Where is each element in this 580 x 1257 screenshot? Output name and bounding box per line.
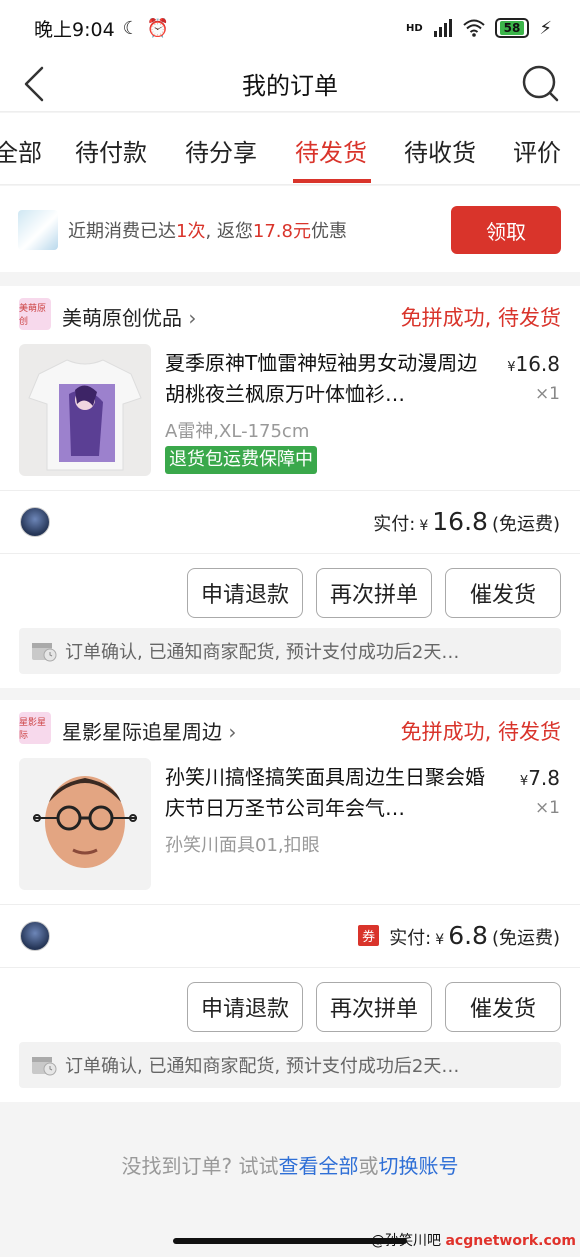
product-image[interactable] — [19, 758, 151, 890]
coupon-tag: 券 — [358, 925, 380, 946]
order-card: 星影星际 星影星际追星周边 › 免拼成功, 待发货 孙笑川搞怪搞笑面具周边生日聚… — [0, 700, 580, 1102]
shop-name: 美萌原创优品 › — [62, 302, 196, 331]
order-card: 美萌原创 美萌原创优品 › 免拼成功, 待发货 夏季原神T恤雷神短袖男女动漫周边… — [0, 286, 580, 688]
chevron-right-icon: › — [188, 306, 197, 330]
paid-label: 实付: — [373, 514, 416, 535]
view-all-link[interactable]: 查看全部 — [278, 1154, 358, 1178]
tab-pending-receipt[interactable]: 待收货 — [404, 133, 476, 168]
payment-row: 券 实付: ¥ 6.8 (免运费) — [0, 904, 580, 968]
notice-text: 订单确认, 已通知商家配货, 预计支付成功后2天… — [65, 642, 460, 663]
status-bar: 晚上9:04 ☾ ⏰ HD 58 ⚡ — [0, 0, 580, 56]
shop-row[interactable]: 美萌原创 美萌原创优品 › 免拼成功, 待发货 — [0, 286, 580, 342]
paid-summary: 实付: ¥ 16.8 (免运费) — [373, 507, 560, 536]
moon-icon: ☾ — [122, 17, 139, 39]
tab-pending-share[interactable]: 待分享 — [185, 133, 257, 168]
notice-text: 订单确认, 已通知商家配货, 预计支付成功后2天… — [65, 1056, 460, 1077]
calendar-icon — [32, 643, 57, 662]
product-quantity: ×1 — [534, 384, 560, 404]
paid-summary: 券 实付: ¥ 6.8 (免运费) — [358, 921, 560, 950]
product-title[interactable]: 孙笑川搞怪搞笑面具周边生日聚会婚庆节日万圣节公司年会气… — [165, 762, 485, 824]
tab-pending-payment[interactable]: 待付款 — [75, 133, 147, 168]
order-notice[interactable]: 订单确认, 已通知商家配货, 预计支付成功后2天… — [19, 628, 561, 674]
reorder-button[interactable]: 再次拼单 — [316, 982, 432, 1032]
nav-bar: 我的订单 — [0, 56, 580, 112]
watermark-site: acgnetwork.com — [445, 1233, 576, 1249]
order-status: 免拼成功, 待发货 — [400, 720, 561, 744]
return-shipping-badge: 退货包运费保障中 — [165, 446, 317, 474]
order-notice[interactable]: 订单确认, 已通知商家配货, 预计支付成功后2天… — [19, 1042, 561, 1088]
switch-account-link[interactable]: 切换账号 — [378, 1154, 458, 1178]
promo-text-after: 优惠 — [310, 221, 347, 242]
page-title: 我的订单 — [242, 72, 338, 100]
promo-amount: 17.8元 — [252, 221, 311, 242]
mask-illustration — [19, 758, 151, 890]
watermark: @孙笑川吧 acgnetwork.com — [371, 1230, 576, 1250]
product-title[interactable]: 夏季原神T恤雷神短袖男女动漫周边胡桃夜兰枫原万叶体恤衫… — [165, 348, 485, 410]
product-spec: 孙笑川面具01,扣眼 — [165, 835, 320, 856]
tab-review[interactable]: 评价 — [513, 133, 561, 168]
avatar — [20, 921, 50, 951]
order-status: 免拼成功, 待发货 — [400, 306, 561, 330]
price-value: 16.8 — [515, 352, 560, 376]
price-symbol: ¥ — [519, 774, 529, 789]
footer-hint: 没找到订单? 试试查看全部或切换账号 — [0, 1150, 580, 1179]
promo-thumbnail — [18, 210, 58, 250]
product-price: ¥7.8 — [520, 766, 560, 790]
promo-text: 近期消费已达1次, 返您17.8元优惠 — [68, 217, 347, 243]
promo-banner: 近期消费已达1次, 返您17.8元优惠 领取 — [0, 186, 580, 272]
tab-all[interactable]: 全部 — [0, 133, 42, 168]
paid-symbol: ¥ — [419, 518, 429, 534]
footer-prefix: 没找到订单? 试试 — [121, 1154, 279, 1178]
screen: 晚上9:04 ☾ ⏰ HD 58 ⚡ 我的订单 全部 待付款 待分享 待发货 待… — [0, 0, 580, 1257]
refund-button[interactable]: 申请退款 — [187, 568, 303, 618]
reorder-button[interactable]: 再次拼单 — [316, 568, 432, 618]
search-icon[interactable] — [520, 63, 560, 105]
signal-icon — [433, 19, 452, 37]
promo-count: 1次 — [176, 221, 206, 242]
shop-name-text: 星影星际追星周边 — [62, 720, 222, 744]
battery-icon: 58 — [494, 18, 530, 38]
shipping-note: (免运费) — [491, 928, 560, 949]
active-tab-indicator — [293, 179, 371, 183]
product-price: ¥16.8 — [507, 352, 560, 376]
shop-name-text: 美萌原创优品 — [62, 306, 182, 330]
wifi-icon — [462, 19, 485, 37]
promo-text-before: 近期消费已达 — [68, 221, 176, 242]
back-icon[interactable] — [20, 64, 50, 104]
hd-label: HD — [405, 22, 423, 34]
shop-row[interactable]: 星影星际 星影星际追星周边 › 免拼成功, 待发货 — [0, 700, 580, 756]
order-tabs: 全部 待付款 待分享 待发货 待收货 评价 — [0, 113, 580, 185]
avatar — [20, 507, 50, 537]
paid-label: 实付: — [389, 928, 432, 949]
claim-button[interactable]: 领取 — [451, 206, 561, 254]
tab-pending-shipment[interactable]: 待发货 — [295, 133, 367, 168]
footer-middle: 或 — [358, 1154, 379, 1178]
shipping-note: (免运费) — [491, 514, 560, 535]
payment-row: 实付: ¥ 16.8 (免运费) — [0, 490, 580, 554]
refund-button[interactable]: 申请退款 — [187, 982, 303, 1032]
product-image[interactable] — [19, 344, 151, 476]
chevron-right-icon: › — [228, 720, 237, 744]
calendar-icon — [32, 1057, 57, 1076]
charging-icon: ⚡ — [539, 17, 552, 39]
watermark-handle: @孙笑川吧 — [371, 1233, 442, 1249]
battery-level: 58 — [499, 21, 525, 35]
urge-shipment-button[interactable]: 催发货 — [445, 568, 561, 618]
tshirt-illustration — [19, 344, 151, 476]
paid-symbol: ¥ — [435, 932, 445, 948]
shop-logo: 美萌原创 — [19, 298, 51, 330]
status-right-group: HD 58 ⚡ — [406, 18, 552, 39]
price-value: 7.8 — [528, 766, 560, 790]
shop-name: 星影星际追星周边 › — [62, 716, 236, 745]
product-quantity: ×1 — [534, 798, 560, 818]
status-time-group: 晚上9:04 ☾ ⏰ — [34, 15, 169, 42]
status-time: 晚上9:04 — [34, 18, 115, 41]
paid-amount: 6.8 — [448, 921, 488, 950]
urge-shipment-button[interactable]: 催发货 — [445, 982, 561, 1032]
product-spec: A雷神,XL-175cm — [165, 421, 310, 442]
paid-amount: 16.8 — [432, 507, 488, 536]
promo-text-mid: , 返您 — [205, 221, 253, 242]
alarm-icon: ⏰ — [146, 17, 170, 39]
shop-logo: 星影星际 — [19, 712, 51, 744]
